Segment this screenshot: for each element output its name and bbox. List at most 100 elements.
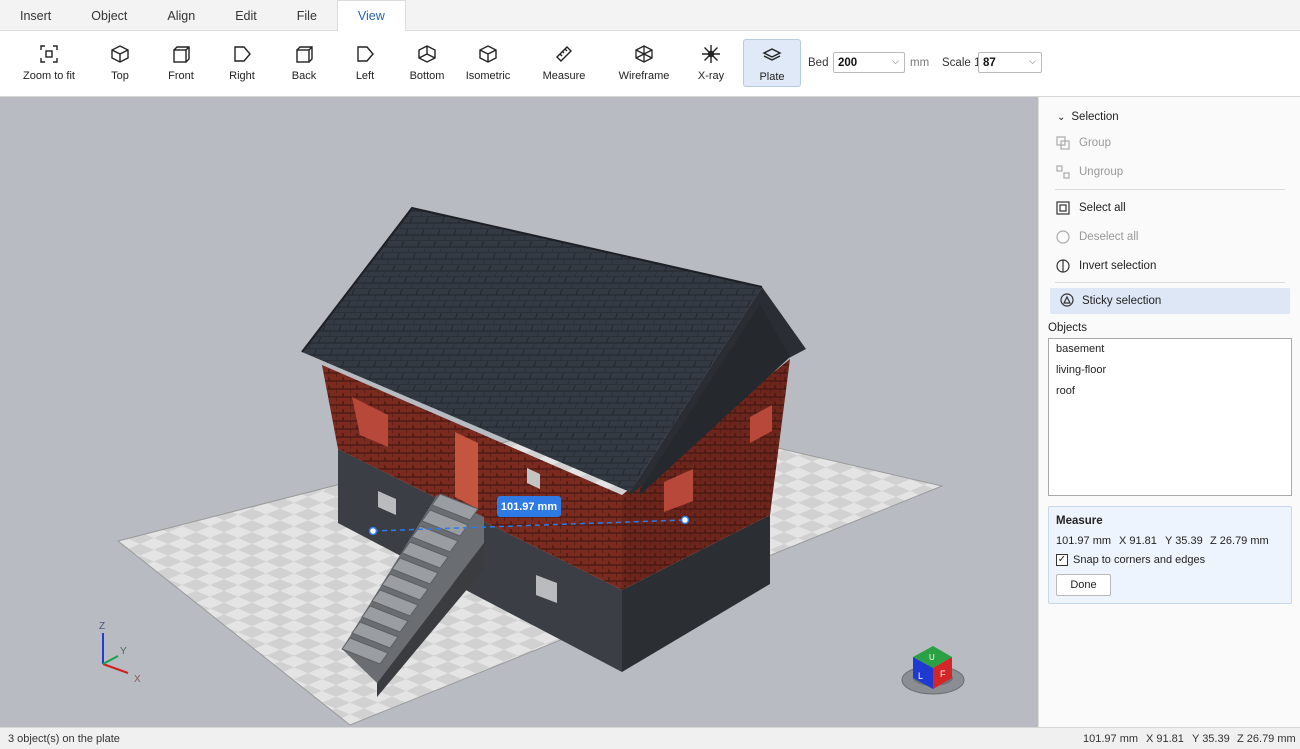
bed-size-select[interactable]: 200 ⌵	[833, 52, 905, 73]
xray-icon	[700, 43, 722, 65]
menu-bar: Insert Object Align Edit File View	[0, 0, 1300, 32]
view-left-icon	[354, 43, 376, 65]
list-item[interactable]: living-floor	[1049, 360, 1291, 381]
scale-select[interactable]: 87 ⌵	[978, 52, 1042, 73]
ruler-icon	[553, 43, 575, 65]
sticky-selection-icon	[1060, 292, 1074, 310]
wireframe-cube-icon	[633, 43, 655, 65]
objects-list[interactable]: basement living-floor roof	[1048, 338, 1292, 496]
invert-selection-button[interactable]: Invert selection	[1055, 255, 1285, 277]
status-x: X 91.81	[1146, 733, 1184, 745]
zoom-to-fit-label: Zoom to fit	[23, 70, 75, 82]
wireframe-label: Wireframe	[618, 70, 670, 82]
axis-x-label: X	[134, 674, 141, 685]
zoom-to-fit-button[interactable]: Zoom to fit	[14, 39, 84, 87]
view-left-button[interactable]: Left	[341, 39, 389, 87]
view-front-icon	[170, 43, 192, 65]
view-back-button[interactable]: Back	[280, 39, 328, 87]
group-button[interactable]: Group	[1055, 132, 1285, 154]
status-object-count: 3 object(s) on the plate	[8, 733, 120, 745]
measure-distance: 101.97 mm	[1056, 535, 1112, 547]
status-distance: 101.97 mm	[1083, 733, 1139, 745]
measure-point-end[interactable]	[680, 515, 690, 525]
plate-icon	[761, 44, 783, 66]
status-y: Y 35.39	[1192, 733, 1230, 745]
done-button[interactable]: Done	[1056, 574, 1111, 596]
chevron-down-icon: ⌵	[1029, 56, 1036, 66]
3d-viewport[interactable]: Z Y X L F U 101.97 mm	[0, 97, 1038, 727]
view-top-icon	[109, 43, 131, 65]
sticky-selection-toggle[interactable]: Sticky selection	[1050, 288, 1290, 314]
divider	[1055, 282, 1285, 283]
chevron-down-icon: ⌄	[1057, 111, 1066, 123]
svg-text:L: L	[918, 671, 923, 681]
view-toolbar: Zoom to fit Top Front Right Back Left Bo…	[0, 31, 1300, 97]
chevron-down-icon: ⌵	[892, 56, 899, 66]
view-isometric-icon	[477, 43, 499, 65]
measure-z: Z 26.79 mm	[1210, 535, 1269, 547]
list-item[interactable]: roof	[1049, 381, 1291, 402]
view-back-icon	[293, 43, 315, 65]
view-top-button[interactable]: Top	[96, 39, 144, 87]
selection-header-label: Selection	[1071, 111, 1119, 123]
measure-x: X 91.81	[1119, 535, 1157, 547]
divider	[1055, 189, 1285, 190]
status-bar: 3 object(s) on the plate 101.97 mm X 91.…	[0, 727, 1300, 749]
view-front-label: Front	[168, 70, 194, 82]
measure-distance-badge: 101.97 mm	[497, 496, 561, 517]
measure-point-start[interactable]	[368, 526, 378, 536]
tab-insert[interactable]: Insert	[0, 0, 71, 31]
sticky-selection-label: Sticky selection	[1082, 295, 1162, 307]
orientation-cube[interactable]: L F U	[901, 646, 965, 695]
ungroup-button[interactable]: Ungroup	[1055, 161, 1285, 183]
scale-value: 87	[983, 56, 996, 69]
tab-align[interactable]: Align	[147, 0, 215, 31]
view-isometric-button[interactable]: Isometric	[462, 39, 514, 87]
tab-edit[interactable]: Edit	[215, 0, 277, 31]
group-icon	[1055, 135, 1071, 151]
tab-view[interactable]: View	[336, 0, 406, 32]
view-bottom-button[interactable]: Bottom	[402, 39, 452, 87]
list-item[interactable]: basement	[1049, 339, 1291, 360]
view-right-button[interactable]: Right	[218, 39, 266, 87]
checkbox-checked-icon[interactable]: ✓	[1056, 554, 1068, 566]
selection-section-header[interactable]: ⌄ Selection	[1057, 111, 1119, 123]
scene-canvas[interactable]: Z Y X L F U	[0, 97, 1038, 727]
svg-text:U: U	[929, 653, 935, 662]
snap-checkbox[interactable]: ✓ Snap to corners and edges	[1056, 554, 1205, 566]
plate-label: Plate	[759, 71, 785, 83]
view-front-button[interactable]: Front	[157, 39, 205, 87]
select-all-icon	[1055, 200, 1071, 216]
zoom-to-fit-icon	[38, 43, 60, 65]
xray-label: X-ray	[697, 70, 725, 82]
tab-object[interactable]: Object	[71, 0, 147, 31]
measure-label: Measure	[542, 70, 586, 82]
measure-button[interactable]: Measure	[538, 39, 590, 87]
view-top-label: Top	[111, 70, 129, 82]
select-all-label: Select all	[1079, 202, 1126, 214]
bed-size-value: 200	[838, 56, 858, 69]
invert-selection-icon	[1055, 258, 1071, 274]
plate-button[interactable]: Plate	[743, 39, 801, 87]
view-back-label: Back	[291, 70, 317, 82]
view-left-label: Left	[355, 70, 375, 82]
bed-unit-label: mm	[910, 57, 930, 69]
view-bottom-icon	[416, 43, 438, 65]
snap-label: Snap to corners and edges	[1073, 554, 1206, 566]
status-z: Z 26.79 mm	[1237, 733, 1296, 745]
ungroup-icon	[1055, 164, 1071, 180]
measure-title: Measure	[1056, 515, 1103, 527]
measure-panel: Measure 101.97 mm X 91.81 Y 35.39 Z 26.7…	[1048, 506, 1292, 604]
right-panel: ⌄ Selection Group Ungroup Select all Des…	[1038, 97, 1300, 727]
deselect-all-button[interactable]: Deselect all	[1055, 226, 1285, 248]
measure-y: Y 35.39	[1165, 535, 1203, 547]
tab-file[interactable]: File	[277, 0, 337, 31]
xray-button[interactable]: X-ray	[688, 39, 734, 87]
wireframe-button[interactable]: Wireframe	[614, 39, 674, 87]
view-right-icon	[231, 43, 253, 65]
svg-text:F: F	[940, 669, 946, 679]
axis-y-label: Y	[120, 646, 127, 657]
group-label: Group	[1079, 137, 1111, 149]
select-all-button[interactable]: Select all	[1055, 197, 1285, 219]
objects-header: Objects	[1048, 322, 1087, 334]
